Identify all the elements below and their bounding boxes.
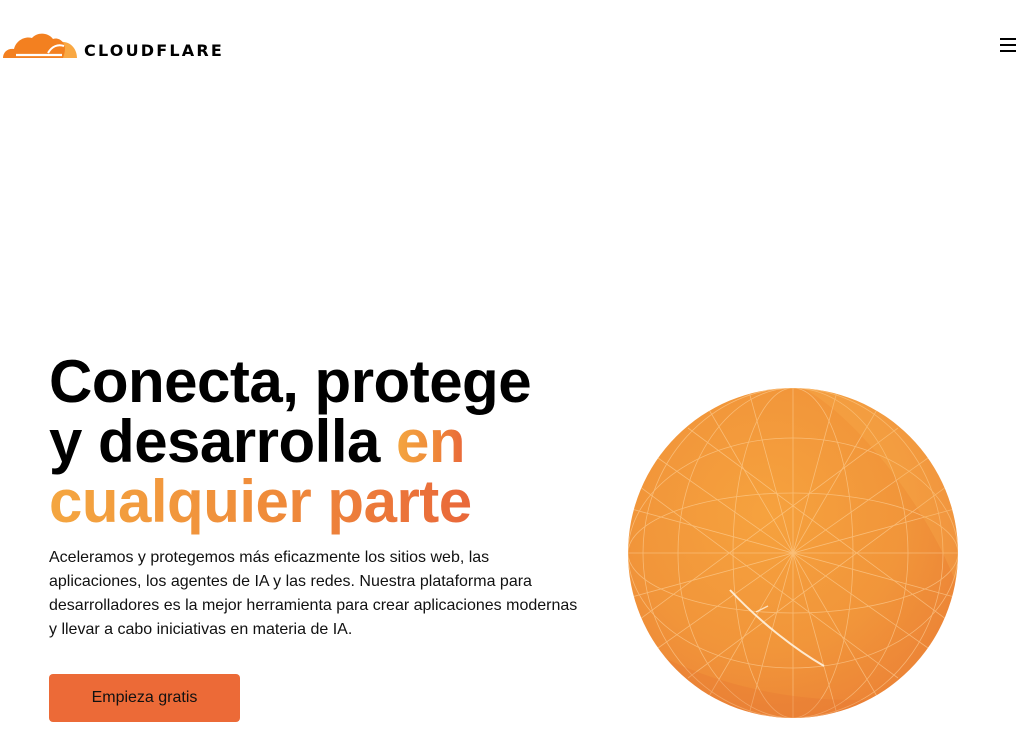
menu-bar: [1000, 44, 1016, 46]
site-header: CLOUDFLARE: [0, 0, 1024, 80]
hero-title-accent-2: cualquier parte: [49, 468, 472, 535]
menu-bar: [1000, 50, 1016, 52]
hero-title: Conecta, protege y desarrolla en cualqui…: [49, 352, 609, 532]
hero-title-line1: Conecta, protege: [49, 348, 532, 415]
hero-description: Aceleramos y protegemos más eficazmente …: [49, 549, 578, 638]
brand-wordmark: CLOUDFLARE: [84, 40, 224, 60]
hamburger-menu-icon[interactable]: [998, 36, 1018, 54]
page: CLOUDFLARE Conecta, protege y desarrolla…: [0, 0, 1024, 750]
globe-network-icon: [628, 388, 958, 718]
hero-title-accent-1: en: [396, 408, 466, 475]
hero-title-line2: y desarrolla: [49, 408, 397, 475]
cloudflare-logo[interactable]: CLOUDFLARE: [2, 22, 224, 60]
start-free-button[interactable]: Empieza gratis: [49, 674, 240, 722]
cloud-logo-icon: [3, 33, 77, 58]
menu-bar: [1000, 38, 1016, 40]
